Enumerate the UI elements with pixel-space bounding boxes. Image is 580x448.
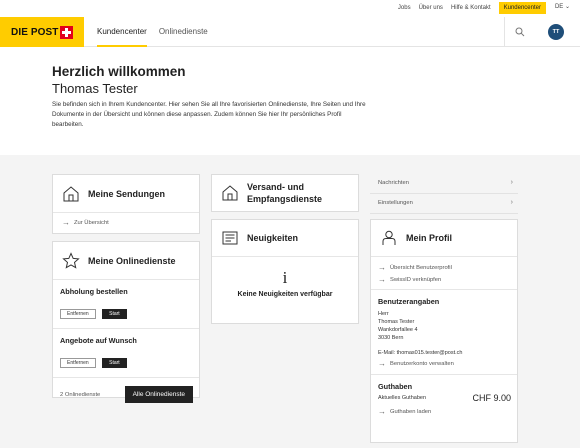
sendungen-card: Meine Sendungen → Zur Übersicht <box>52 174 200 234</box>
page-title: Herzlich willkommen <box>52 64 186 79</box>
link-about[interactable]: Über uns <box>419 2 443 14</box>
arrow-right-icon: → <box>378 275 386 284</box>
guthaben-row: Aktuelles Guthaben CHF 9.00 <box>378 393 511 403</box>
arrow-right-icon: → <box>378 407 386 416</box>
profil-links: → Übersicht Benutzerprofil → SwissID ver… <box>371 257 517 290</box>
load-credit-link[interactable]: → Guthaben laden <box>378 407 511 416</box>
neuigkeiten-card: Neuigkeiten i Keine Neuigkeiten verfügba… <box>211 219 359 324</box>
sendungen-title: Meine Sendungen <box>88 188 166 199</box>
address-block: Herr Thomas Tester Wankdorfallee 4 3030 … <box>378 310 511 357</box>
swissid-label: SwissID verknüpfen <box>390 277 442 283</box>
manage-account-link[interactable]: → Benutzerkonto verwalten <box>378 359 511 368</box>
user-avatar[interactable]: TT <box>548 24 564 40</box>
link-kundencenter[interactable]: Kundencenter <box>498 2 546 14</box>
menu-einstellungen[interactable]: Einstellungen › <box>370 195 518 214</box>
arrow-right-icon: → <box>62 218 70 227</box>
versand-header: Versand- und Empfangsdienste <box>212 175 358 211</box>
person-icon <box>382 230 396 245</box>
service-title: Angebote auf Wunsch <box>60 336 137 345</box>
salutation: Herr <box>378 311 389 317</box>
welcome-section: Herzlich willkommen Thomas Tester Sie be… <box>0 47 580 155</box>
guthaben-amount: CHF 9.00 <box>472 393 511 403</box>
remove-button[interactable]: Entfernen <box>60 309 96 319</box>
service-item: Angebote auf Wunsch Entfernen Start <box>53 329 199 378</box>
sendungen-header[interactable]: Meine Sendungen <box>53 175 199 213</box>
start-button[interactable]: Start <box>102 309 127 319</box>
guthaben-section: Guthaben Aktuelles Guthaben CHF 9.00 → G… <box>371 375 517 416</box>
link-help-contact[interactable]: Hilfe & Kontakt <box>451 2 491 14</box>
language-label: DE <box>554 4 564 10</box>
house-icon <box>222 185 238 201</box>
versand-title-line2: Empfangsdienste <box>247 194 323 204</box>
chevron-down-icon: ⌄ <box>564 4 570 10</box>
language-selector[interactable]: DE ⌄ <box>555 3 570 10</box>
menu-einstellungen-label: Einstellungen <box>378 200 413 206</box>
service-item: Abholung bestellen Entfernen Start <box>53 280 199 329</box>
onlinedienste-title: Meine Onlinedienste <box>88 255 176 266</box>
house-icon <box>63 185 79 201</box>
guthaben-label: Aktuelles Guthaben <box>378 395 427 401</box>
email: E-Mail: thomas015.tester@post.ch <box>378 350 463 356</box>
city: 3030 Bern <box>378 335 404 341</box>
nav-kundencenter[interactable]: Kundencenter <box>97 17 147 47</box>
nav-onlinedienste[interactable]: Onlinedienste <box>159 17 208 47</box>
guthaben-title: Guthaben <box>378 382 413 391</box>
versand-title-line1: Versand- und <box>247 182 305 192</box>
main-header: DIE POST Kundencenter Onlinedienste TT <box>0 17 580 47</box>
neuigkeiten-empty-state: i Keine Neuigkeiten verfügbar <box>212 257 358 299</box>
benutzerangaben-section: Benutzerangaben Herr Thomas Tester Wankd… <box>371 290 517 375</box>
neuigkeiten-empty-text: Keine Neuigkeiten verfügbar <box>237 291 333 298</box>
welcome-description: Sie befinden sich in Ihrem Kundencenter.… <box>52 101 366 128</box>
profil-overview-label: Übersicht Benutzerprofil <box>390 265 452 271</box>
chevron-right-icon: › <box>510 179 513 186</box>
onlinedienste-header: Meine Onlinedienste <box>53 242 199 280</box>
main-nav: Kundencenter Onlinedienste <box>97 17 208 47</box>
swiss-cross-icon <box>60 25 74 39</box>
logo-text: DIE POST <box>11 26 59 38</box>
menu-nachrichten-label: Nachrichten <box>378 180 409 186</box>
profil-card: Mein Profil → Übersicht Benutzerprofil →… <box>370 219 518 443</box>
neuigkeiten-title: Neuigkeiten <box>247 233 299 243</box>
onlinedienste-count: 2 Onlinedienste <box>60 391 101 398</box>
utility-links: Jobs Über uns Hilfe & Kontakt Kundencent… <box>398 2 546 14</box>
menu-nachrichten[interactable]: Nachrichten › <box>370 175 518 194</box>
sendungen-overview-link[interactable]: → Zur Übersicht <box>53 213 199 233</box>
manage-account-label: Benutzerkonto verwalten <box>390 361 454 367</box>
neuigkeiten-header: Neuigkeiten <box>212 220 358 257</box>
sendungen-overview-label: Zur Übersicht <box>74 220 109 226</box>
link-jobs[interactable]: Jobs <box>398 2 411 14</box>
start-button[interactable]: Start <box>102 358 127 368</box>
utility-bar: Jobs Über uns Hilfe & Kontakt Kundencent… <box>0 0 580 17</box>
onlinedienste-card: Meine Onlinedienste Abholung bestellen E… <box>52 241 200 403</box>
info-icon: i <box>282 268 288 287</box>
full-name: Thomas Tester <box>378 319 415 325</box>
post-logo[interactable]: DIE POST <box>0 17 84 47</box>
arrow-right-icon: → <box>378 359 386 368</box>
newspaper-icon <box>222 231 238 245</box>
swissid-link[interactable]: → SwissID verknüpfen <box>378 275 511 284</box>
remove-button[interactable]: Entfernen <box>60 358 96 368</box>
search-icon <box>515 27 524 37</box>
onlinedienste-footer: 2 Onlinedienste Alle Onlinedienste <box>53 378 199 403</box>
all-onlinedienste-button[interactable]: Alle Onlinedienste <box>124 386 193 403</box>
versand-card[interactable]: Versand- und Empfangsdienste <box>211 174 359 212</box>
star-icon <box>62 251 80 269</box>
profil-title: Mein Profil <box>406 233 453 243</box>
versand-title: Versand- und Empfangsdienste <box>247 181 322 205</box>
benutzerangaben-title: Benutzerangaben <box>378 297 440 306</box>
user-name: Thomas Tester <box>52 81 138 96</box>
profil-overview-link[interactable]: → Übersicht Benutzerprofil <box>378 263 511 272</box>
chevron-right-icon: › <box>510 199 513 206</box>
search-button[interactable] <box>504 17 534 47</box>
service-title: Abholung bestellen <box>60 287 128 296</box>
street: Wankdorfallee 4 <box>378 327 418 333</box>
profil-header: Mein Profil <box>371 220 517 257</box>
load-credit-label: Guthaben laden <box>390 409 432 415</box>
arrow-right-icon: → <box>378 263 386 272</box>
